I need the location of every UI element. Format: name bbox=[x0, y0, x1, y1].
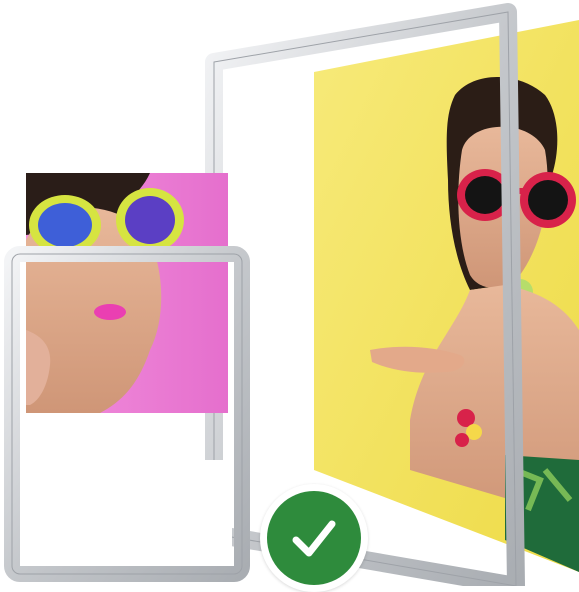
checkmark-icon bbox=[292, 520, 336, 557]
small-poster-frame bbox=[4, 173, 250, 582]
large-poster-frame bbox=[205, 3, 579, 592]
small-frame-white-panel bbox=[20, 460, 232, 570]
badge-circle bbox=[267, 491, 361, 585]
product-scene bbox=[0, 0, 579, 592]
checkmark-badge bbox=[260, 484, 368, 592]
